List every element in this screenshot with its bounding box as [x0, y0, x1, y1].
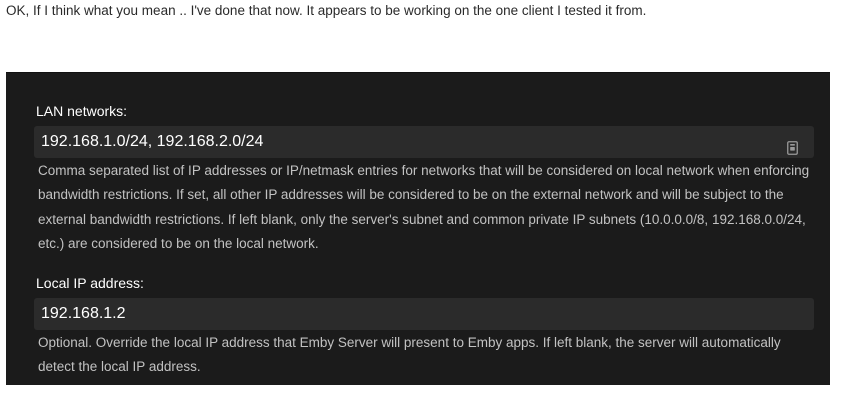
lan-networks-input[interactable]: 192.168.1.0/24, 192.168.2.0/24: [34, 126, 814, 158]
local-ip-label: Local IP address:: [36, 275, 144, 291]
lan-networks-label: LAN networks:: [36, 103, 128, 119]
local-ip-input[interactable]: 192.168.1.2: [34, 298, 814, 330]
local-ip-help: Optional. Override the local IP address …: [38, 335, 781, 375]
password-manager-icon[interactable]: [787, 135, 798, 155]
forum-post-text: OK, If I think what you mean .. I've don…: [6, 3, 647, 18]
lan-networks-help: Comma separated list of IP addresses or …: [38, 163, 810, 251]
local-ip-value: 192.168.1.2: [41, 305, 126, 322]
server-settings-panel: LAN networks: 192.168.1.0/24, 192.168.2.…: [6, 72, 830, 385]
lan-networks-value: 192.168.1.0/24, 192.168.2.0/24: [41, 133, 264, 150]
